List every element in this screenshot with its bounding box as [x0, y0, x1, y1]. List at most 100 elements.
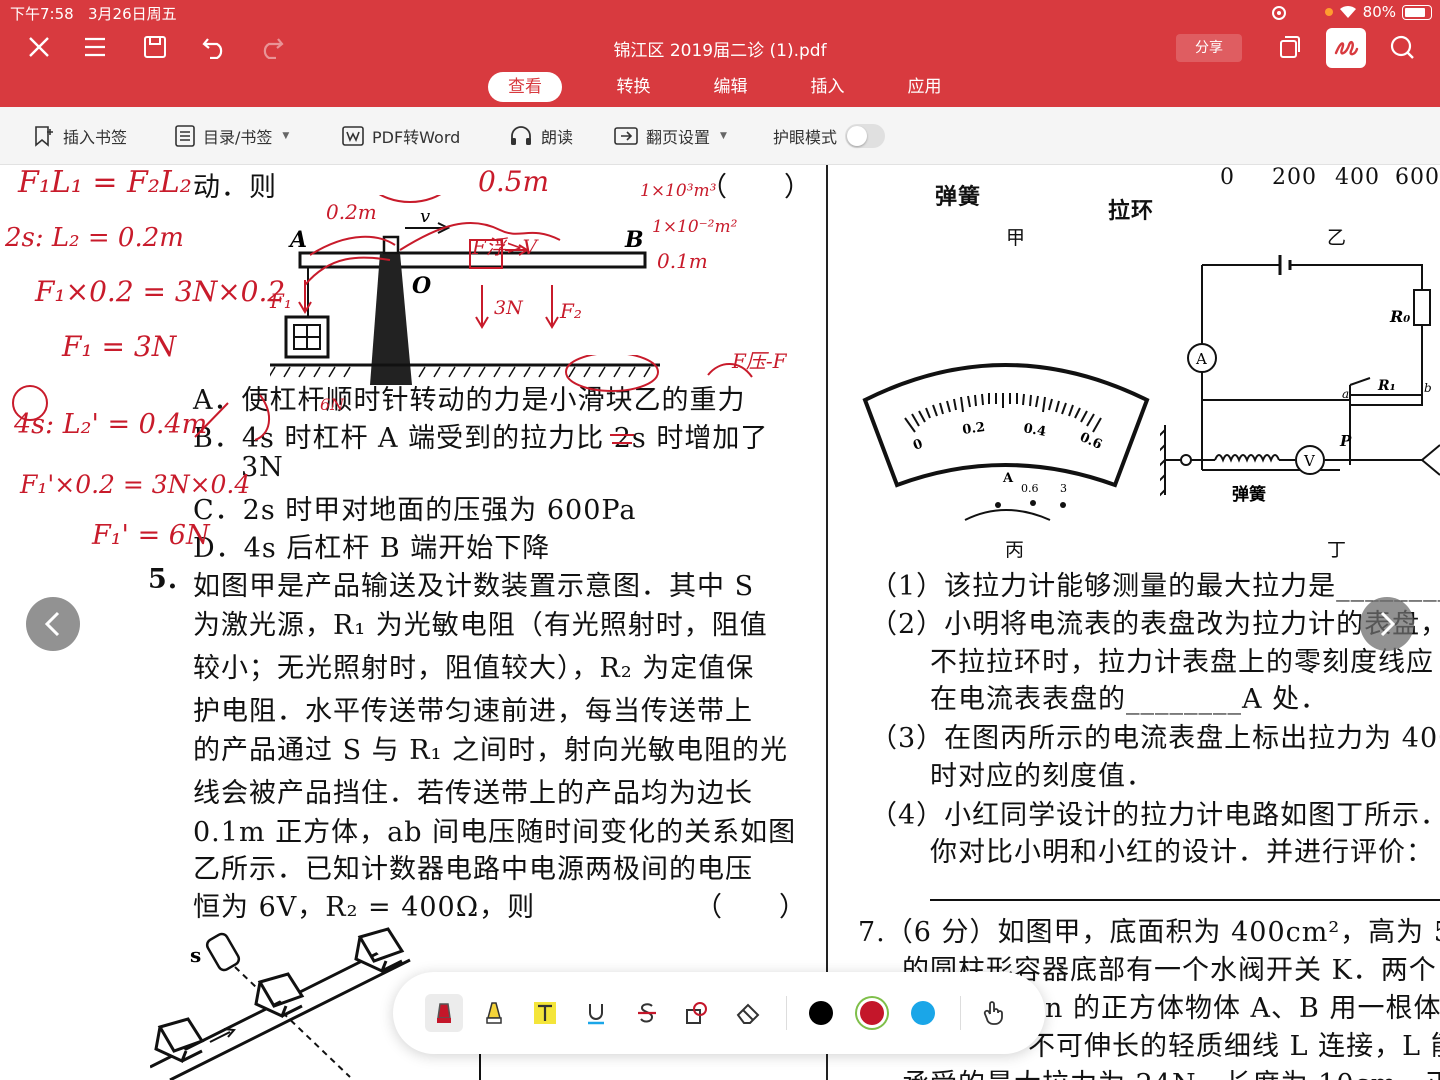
eraser-icon[interactable]	[729, 994, 767, 1032]
q4-tail-text: 动．则	[193, 172, 277, 203]
pdf-to-word-button[interactable]: PDF转Word	[342, 123, 460, 149]
hw-f1-3n: F₁ = 3N	[62, 330, 177, 363]
close-icon[interactable]	[22, 30, 56, 64]
hw-3n-label: 3N	[494, 297, 523, 319]
scale-0: 0	[1220, 165, 1235, 190]
label-fig-jia: 甲	[1006, 227, 1027, 249]
color-blue-swatch[interactable]	[904, 994, 942, 1032]
q6-line: （4）小红同学设计的拉力计电路如图丁所示．	[870, 800, 1440, 831]
battery-icon	[1402, 4, 1432, 20]
main-tabs: 查看 转换 编辑 插入 应用	[488, 72, 973, 102]
word-doc-icon	[342, 126, 364, 146]
toolbar-separator	[786, 996, 787, 1030]
toc-button[interactable]: 目录/书签 ▼	[175, 123, 289, 149]
q5-line: 0.1m 正方体，ab 间电压随时间变化的关系如图	[193, 817, 797, 848]
color-red-swatch[interactable]	[853, 994, 891, 1032]
label-v: v	[420, 206, 430, 227]
hw-fbuoy: F浮>V	[472, 235, 538, 259]
q7-line: 承受的最大拉力为 24N，长度为 10cm．正	[902, 1062, 1440, 1080]
toolbar-separator	[960, 996, 961, 1030]
label-a: a	[1342, 387, 1349, 401]
hw-0.5m: 0.5m	[478, 165, 550, 198]
read-aloud-label: 朗读	[541, 128, 574, 147]
pdf-to-word-label: PDF转Word	[372, 128, 461, 147]
text-icon[interactable]	[526, 994, 564, 1032]
q5-line: 恒为 6V，R₂ = 400Ω，则	[193, 892, 536, 923]
label-ring: 拉环	[1108, 198, 1155, 224]
toc-label: 目录/书签	[203, 128, 273, 147]
label-b: b	[1424, 381, 1432, 395]
tab-convert[interactable]: 转换	[585, 72, 682, 102]
insert-bookmark-label: 插入书签	[63, 128, 128, 147]
status-indicators: 80%	[1324, 3, 1432, 21]
wifi-icon	[1339, 5, 1356, 18]
ammeter-label: A	[1195, 350, 1207, 368]
strikethrough-icon[interactable]	[628, 994, 666, 1032]
laser-source	[205, 932, 241, 972]
read-aloud-button[interactable]: 朗读	[509, 123, 573, 149]
hw-eq-4s: F₁'×0.2 = 3N×0.4	[20, 470, 251, 499]
chevron-left-icon	[44, 611, 60, 637]
label-fig-bing: 丙	[1005, 539, 1026, 561]
redo-icon[interactable]	[254, 30, 288, 64]
resistor-r1	[1349, 394, 1423, 406]
q5-line: 线会被产品挡住．若传送带上的产品均为边长	[193, 778, 753, 809]
q6-line: 不拉拉环时，拉力计表盘上的零刻度线应	[930, 647, 1434, 678]
next-page-button[interactable]	[1360, 597, 1414, 651]
color-blue-dot	[911, 1001, 935, 1025]
eye-protection-toggle[interactable]	[845, 124, 886, 148]
label-fig-yi: 乙	[1327, 227, 1348, 249]
label-O: O	[412, 273, 431, 299]
app-header: 下午7:58 3月26日周五 80% 锦江区 2019届二诊 (1).pdf 分…	[0, 0, 1440, 107]
q5-line: 乙所示．已知计数器电路中电源两极间的电压	[193, 854, 753, 885]
hand-icon[interactable]	[975, 994, 1013, 1032]
color-black-swatch[interactable]	[802, 994, 840, 1032]
q5-number: 5.	[148, 564, 179, 595]
chevron-down-icon: ▼	[282, 131, 290, 141]
terminal-3: 3	[1060, 482, 1067, 495]
label-r1: R₁	[1377, 378, 1396, 394]
terminal-0.6: 0.6	[1021, 482, 1039, 495]
tab-apps[interactable]: 应用	[876, 72, 973, 102]
shape-icon[interactable]	[678, 994, 716, 1032]
view-toolbar: 插入书签 目录/书签 ▼ PDF转Word 朗读 翻页设置 ▼ 护眼模式	[0, 107, 1440, 165]
underline-icon[interactable]	[577, 994, 615, 1032]
q4-answer-paren: （ ）	[700, 172, 812, 203]
tab-edit[interactable]: 编辑	[682, 72, 779, 102]
page-turn-icon	[614, 127, 638, 145]
pdf-page-view[interactable]: 动．则 （ ） A B O v A．使杠杆顺时针转动的力是小滑块乙的重力 B．4…	[0, 165, 1440, 1080]
status-time-date: 下午7:58 3月26日周五	[10, 3, 177, 24]
hw-area: 1×10⁻²m²	[652, 217, 738, 237]
tab-insert[interactable]: 插入	[779, 72, 876, 102]
column-divider	[826, 165, 828, 1080]
q5-answer-paren: （ ）	[695, 892, 807, 923]
share-button[interactable]: 分享	[1176, 34, 1242, 62]
undo-icon[interactable]	[198, 30, 232, 64]
hw-f1-6n: F₁' = 6N	[92, 520, 210, 551]
q5-line: 较小；无光照射时，阻值较大），R₂ 为定值保	[193, 653, 755, 684]
q5-line: 为激光源，R₁ 为光敏电阻（有光照射时，阻值	[193, 610, 768, 641]
insert-bookmark-button[interactable]: 插入书签	[33, 123, 127, 149]
q6-line: 在电流表表盘的________A 处．	[930, 684, 1329, 715]
prev-page-button[interactable]	[26, 597, 80, 651]
search-icon[interactable]	[1385, 30, 1419, 64]
page-turn-settings-button[interactable]: 翻页设置 ▼	[614, 123, 727, 149]
hw-0.2m: 0.2m	[326, 200, 377, 224]
list-icon	[175, 125, 195, 147]
pen-icon[interactable]	[425, 994, 463, 1032]
tab-view[interactable]: 查看	[488, 72, 562, 102]
q6-line: （1）该拉力计能够测量的最大拉力是________	[870, 571, 1440, 602]
q5-line: 护电阻．水平传送带匀速前进，每当传送带上	[193, 696, 753, 727]
hw-6n-small: 6N	[320, 395, 345, 414]
multi-window-icon[interactable]	[1273, 30, 1307, 64]
save-icon[interactable]	[138, 30, 172, 64]
q5-line: 如图甲是产品输送及计数装置示意图．其中 S	[193, 571, 755, 602]
annotate-pen-button[interactable]	[1326, 28, 1366, 68]
highlighter-icon[interactable]	[475, 994, 513, 1032]
annotation-toolbar	[393, 972, 1045, 1054]
document-title: 锦江区 2019届二诊 (1).pdf	[613, 41, 827, 61]
q7-line: 不可伸长的轻质细线 L 连接，L 能	[1028, 1031, 1440, 1062]
hw-eq-2s: F₁×0.2 = 3N×0.2	[35, 275, 286, 308]
hw-0.1m: 0.1m	[657, 249, 708, 273]
menu-icon[interactable]	[78, 30, 112, 64]
